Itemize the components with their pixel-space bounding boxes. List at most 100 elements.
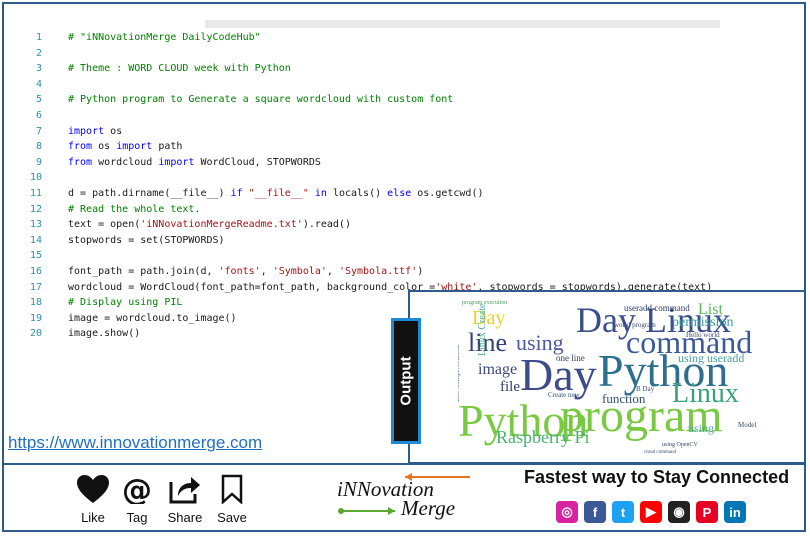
save-button[interactable]: Save: [207, 474, 257, 525]
code-text: d = path.dirname(__file__) if "__file__"…: [68, 187, 484, 199]
pinterest-icon[interactable]: P: [696, 501, 718, 523]
code-line: 8 from os import path: [22, 139, 712, 155]
code-text: stopwords = set(STOPWORDS): [68, 234, 225, 246]
code-line: 14 stopwords = set(STOPWORDS): [22, 233, 712, 249]
code-text: # "iNNovationMerge DailyCodeHub": [68, 32, 261, 43]
line-number: 10: [29, 172, 42, 184]
line-number: 19: [29, 312, 42, 324]
code-text: from os import path: [68, 141, 183, 153]
tagline: Fastest way to Stay Connected: [524, 467, 790, 487]
code-line: 16 font_path = path.join(d, 'fonts', 'Sym…: [22, 264, 712, 280]
line-number: 20: [29, 328, 42, 340]
code-text: font_path = path.join(d, 'fonts', 'Symbo…: [68, 265, 424, 277]
word-cloud-word: image: [478, 361, 518, 378]
line-number: 3: [35, 63, 42, 75]
line-number: 5: [35, 94, 42, 106]
code-text: # Display using PIL: [68, 297, 183, 309]
linkedin-icon[interactable]: in: [724, 501, 746, 523]
word-cloud-image: Day Linuxcommand lineDayPythonPythonprog…: [458, 296, 758, 456]
line-number: 18: [29, 297, 42, 309]
youtube-icon[interactable]: ▶: [640, 501, 662, 523]
code-text: # Python program to Generate a square wo…: [68, 94, 454, 106]
svg-text:@: @: [122, 474, 152, 504]
word-cloud-word: Model B: [738, 421, 758, 429]
svg-text:Merge: Merge: [400, 496, 455, 520]
code-text: # Theme : WORD CLOUD week with Python: [68, 63, 291, 75]
code-line: 12 # Read the whole text.: [22, 202, 712, 218]
word-cloud-word: file: [500, 379, 520, 395]
word-cloud-word: permission: [672, 315, 734, 330]
output-panel: Day Linuxcommand lineDayPythonPythonprog…: [408, 290, 806, 464]
code-line: 3 # Theme : WORD CLOUD week with Python: [22, 61, 712, 77]
line-number: 16: [29, 265, 42, 277]
bookmark-icon: [221, 474, 243, 505]
line-number: 7: [35, 125, 42, 137]
line-number: 15: [29, 250, 42, 262]
line-number: 4: [35, 78, 42, 90]
instagram-icon[interactable]: ◎: [556, 501, 578, 523]
line-number: 8: [35, 141, 42, 153]
code-line: 5 # Python program to Generate a square w…: [22, 92, 712, 108]
output-label: Output: [397, 356, 415, 406]
word-cloud-word: useradd command: [624, 303, 690, 313]
code-text: from wordcloud import WordCloud, STOPWOR…: [68, 156, 321, 168]
code-line: 4: [22, 77, 712, 93]
facebook-icon[interactable]: f: [584, 501, 606, 523]
code-text: image.show(): [68, 328, 141, 340]
code-line: 6: [22, 108, 712, 124]
word-cloud-word: using: [688, 421, 715, 435]
share-button[interactable]: Share: [160, 474, 210, 525]
heart-icon: [77, 475, 109, 503]
at-icon: @: [122, 473, 152, 508]
line-number: 12: [29, 203, 42, 215]
code-line: 9 from wordcloud import WordCloud, STOPWO…: [22, 155, 712, 171]
like-button[interactable]: Like: [68, 474, 118, 525]
line-number: 17: [29, 281, 42, 293]
line-number: 1: [35, 32, 42, 43]
code-text: # Read the whole text.: [68, 203, 201, 215]
word-cloud-word: cloud command: [644, 450, 677, 455]
output-tab: Output: [391, 318, 421, 444]
tag-label: Tag: [126, 510, 148, 525]
code-text: import os: [68, 125, 123, 137]
word-cloud-word: program execution: [462, 300, 508, 306]
word-cloud-word: world program: [614, 321, 656, 329]
line-number: 2: [35, 47, 42, 59]
code-line: 11 d = path.dirname(__file__) if "__file_…: [22, 186, 712, 202]
word-cloud-word: List Comprehension: [458, 345, 461, 402]
word-cloud-word: function: [602, 391, 646, 406]
code-line: 15: [22, 248, 712, 264]
tag-button[interactable]: @ Tag: [112, 473, 162, 525]
line-number: 14: [29, 234, 42, 246]
word-cloud-word: one line: [556, 353, 585, 363]
word-cloud-word: using OpenCV: [662, 442, 698, 448]
code-text: image = wordcloud.to_image(): [68, 312, 237, 324]
word-cloud-word: using: [516, 330, 564, 355]
code-line: 7 import os: [22, 124, 712, 140]
website-link[interactable]: https://www.innovationmerge.com: [8, 433, 262, 453]
line-number: 13: [29, 219, 42, 231]
word-cloud-word: Hello world: [686, 331, 720, 339]
like-label: Like: [81, 510, 105, 525]
twitter-icon[interactable]: t: [612, 501, 634, 523]
code-text: text = open('iNNovationMergeReadme.txt')…: [68, 219, 351, 231]
innovationmerge-logo: iNNovation Merge: [335, 472, 475, 522]
share-icon: [169, 477, 200, 504]
footer-divider: [2, 463, 806, 465]
code-line: 10: [22, 170, 712, 186]
social-icons: ◎ f t ▶ ◉ Pin: [556, 501, 746, 523]
github-icon[interactable]: ◉: [668, 501, 690, 523]
word-cloud-word: B Day: [636, 385, 655, 393]
word-cloud-word: Raspberry Pi: [496, 427, 590, 447]
code-line: 2: [22, 46, 712, 62]
code-line: 1 # "iNNovationMerge DailyCodeHub": [22, 30, 712, 46]
line-number: 9: [35, 156, 42, 168]
save-label: Save: [217, 510, 247, 525]
code-line: 13 text = open('iNNovationMergeReadme.txt…: [22, 217, 712, 233]
line-number: 6: [35, 109, 42, 121]
scroll-bar[interactable]: [205, 20, 720, 28]
word-cloud-word: Linux Create: [477, 303, 488, 356]
line-number: 11: [29, 187, 42, 199]
word-cloud-word: using useradd: [678, 351, 745, 365]
word-cloud-word: Create new: [548, 391, 580, 399]
